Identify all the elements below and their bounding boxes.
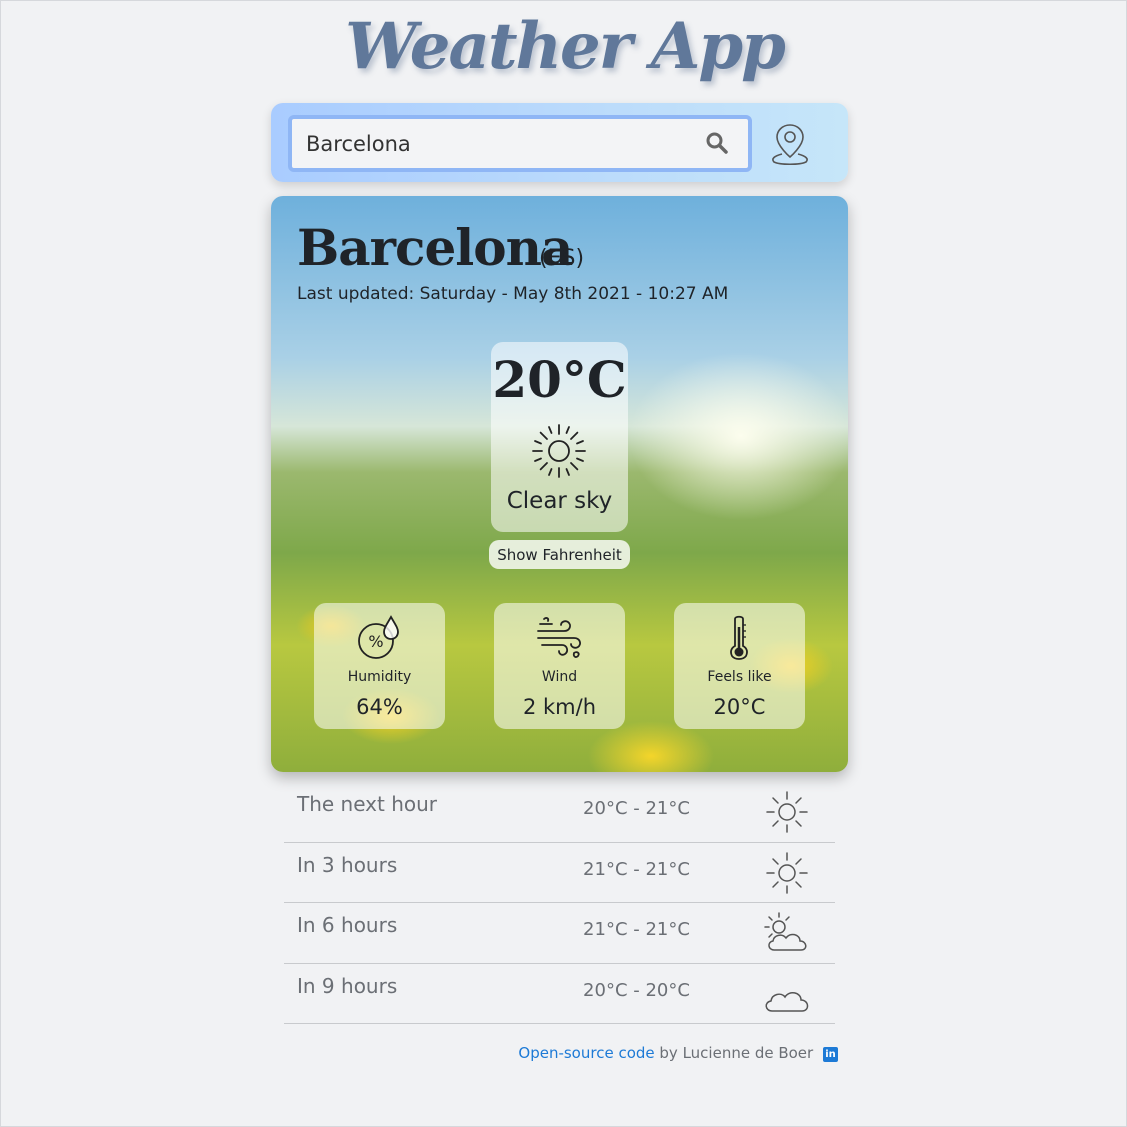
forecast-label: The next hour (297, 792, 438, 816)
forecast-row: The next hour 20°C - 21°C (284, 782, 835, 843)
country-code: (ES) (539, 246, 585, 271)
forecast-row: In 9 hours 20°C - 20°C (284, 964, 835, 1024)
forecast-range: 21°C - 21°C (583, 919, 690, 940)
forecast-label: In 6 hours (297, 913, 398, 937)
feels-like-box: Feels like 20°C (674, 603, 805, 729)
search-icon[interactable] (704, 130, 730, 156)
forecast-label: In 3 hours (297, 852, 398, 877)
city-name: Barcelona (297, 218, 573, 277)
humidity-icon: % (358, 615, 399, 659)
temperature-value: 20°C (492, 350, 627, 409)
sun-icon (766, 851, 808, 894)
show-fahrenheit-button[interactable]: Show Fahrenheit (489, 540, 630, 569)
forecast-label: In 9 hours (297, 973, 398, 998)
svg-text:%: % (368, 632, 383, 651)
detail-label: Feels like (707, 669, 772, 685)
humidity-box: % Humidity 64% (314, 603, 445, 729)
forecast-row: In 3 hours 21°C - 21°C (284, 843, 835, 903)
search-input[interactable] (306, 127, 686, 161)
forecast-list: The next hour 20°C - 21°C In 3 hours 21°… (284, 782, 835, 1024)
detail-value: 2 km/h (522, 695, 597, 719)
sun-icon (532, 424, 586, 478)
footer-author: by Lucienne de Boer (659, 1044, 814, 1062)
forecast-range: 20°C - 21°C (583, 798, 690, 819)
footer: Open-source code by Lucienne de Boer in (471, 1044, 838, 1062)
condition-text: Clear sky (506, 488, 613, 514)
forecast-range: 21°C - 21°C (583, 858, 690, 880)
forecast-row: In 6 hours 21°C - 21°C (284, 903, 835, 964)
thermometer-icon (730, 615, 748, 660)
detail-value: 64% (356, 695, 403, 719)
linkedin-icon[interactable]: in (823, 1047, 838, 1062)
app-title: Weather App (345, 9, 786, 84)
wind-box: Wind 2 km/h (494, 603, 625, 729)
temperature-box: 20°C Clear sky (491, 342, 628, 532)
partly-cloudy-icon (764, 912, 807, 951)
detail-label: Humidity (347, 669, 412, 685)
last-updated: Last updated: Saturday - May 8th 2021 - … (297, 284, 729, 304)
detail-label: Wind (541, 669, 578, 685)
search-field[interactable] (288, 115, 752, 172)
location-pin-icon[interactable] (768, 121, 812, 167)
search-bar (271, 103, 848, 182)
forecast-range: 20°C - 20°C (583, 979, 690, 1001)
current-weather-card: Barcelona (ES) Last updated: Saturday - … (271, 196, 848, 772)
cloud-icon (765, 991, 809, 1012)
wind-icon (537, 617, 581, 658)
open-source-link[interactable]: Open-source code (518, 1044, 654, 1062)
sun-icon (766, 791, 808, 833)
detail-value: 20°C (713, 695, 766, 719)
